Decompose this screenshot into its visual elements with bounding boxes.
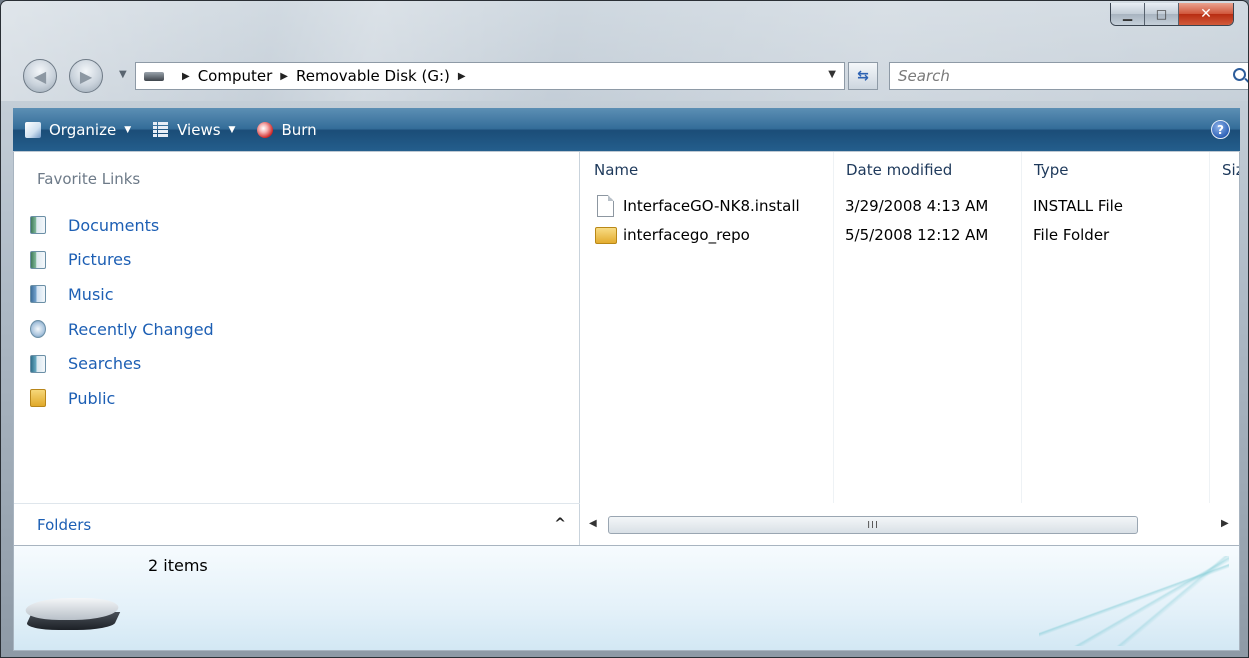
details-pane: 2 items — [13, 545, 1240, 651]
forward-button[interactable]: ▶ — [69, 59, 103, 93]
refresh-button[interactable]: ⇆ — [848, 62, 878, 90]
column-header-name[interactable]: Name — [581, 152, 833, 188]
favorite-links-list: Documents Pictures Music Recently Change… — [30, 208, 214, 416]
file-type: File Folder — [1033, 226, 1110, 244]
breadcrumb-chevron-icon[interactable]: ▶ — [458, 71, 466, 82]
minimize-button[interactable]: ▁ — [1111, 3, 1145, 25]
forward-arrow-icon: ▶ — [79, 66, 93, 86]
pictures-icon — [30, 250, 46, 269]
searches-icon — [30, 354, 46, 373]
views-label: Views — [177, 120, 221, 139]
favorite-link-pictures[interactable]: Pictures — [30, 243, 214, 278]
back-button[interactable]: ◀ — [23, 59, 57, 93]
removable-drive-icon — [20, 598, 124, 634]
public-folder-icon — [30, 389, 46, 408]
chevron-down-icon: ▼ — [124, 124, 132, 135]
favorite-link-documents[interactable]: Documents — [30, 208, 214, 243]
breadcrumb-chevron-icon[interactable]: ▶ — [280, 71, 288, 82]
help-icon[interactable]: ? — [1211, 120, 1230, 139]
chevron-down-icon: ▼ — [228, 124, 236, 135]
search-placeholder: Search — [898, 67, 950, 85]
back-arrow-icon: ◀ — [33, 66, 47, 86]
file-type: INSTALL File — [1033, 197, 1124, 215]
scroll-left-icon[interactable]: ◀ — [589, 518, 597, 529]
folders-label: Folders — [37, 515, 92, 534]
navigation-pane: Favorite Links Documents Pictures Music … — [14, 152, 580, 545]
refresh-arrows-icon: ⇆ — [857, 68, 869, 84]
breadcrumb-removable-disk[interactable]: Removable Disk (G:) — [296, 67, 450, 85]
documents-icon — [30, 216, 46, 235]
recent-pages-dropdown[interactable]: ▼ — [119, 69, 127, 80]
file-date: 5/5/2008 12:12 AM — [845, 226, 989, 244]
favorite-link-label: Music — [68, 284, 114, 304]
scrollbar-grip: III — [867, 519, 879, 531]
favorite-link-label: Documents — [68, 215, 160, 235]
music-icon — [30, 285, 46, 304]
favorite-link-label: Pictures — [68, 250, 132, 270]
address-bar[interactable]: ▶ Computer ▶ Removable Disk (G:) ▶ ▼ — [135, 62, 845, 90]
favorite-link-label: Public — [68, 388, 116, 408]
scroll-right-icon[interactable]: ▶ — [1221, 518, 1229, 529]
column-header-size[interactable]: Siz — [1209, 152, 1239, 188]
decorative-swoosh — [1039, 556, 1229, 646]
column-header-type[interactable]: Type — [1021, 152, 1209, 188]
burn-label: Burn — [281, 120, 317, 139]
command-bar: Organize ▼ Views ▼ Burn ? — [13, 108, 1240, 151]
organize-label: Organize — [49, 120, 117, 139]
search-box[interactable]: Search — [889, 62, 1248, 90]
address-dropdown-icon[interactable]: ▼ — [828, 69, 836, 80]
scrollbar-thumb[interactable]: III — [608, 516, 1138, 534]
item-count: 2 items — [148, 556, 208, 575]
breadcrumb-chevron-icon[interactable]: ▶ — [182, 71, 190, 82]
folder-icon — [595, 227, 617, 244]
close-button[interactable]: ✕ — [1179, 3, 1233, 25]
organize-icon — [25, 121, 41, 138]
drive-small-icon — [144, 71, 164, 81]
caption-buttons: ▁ □ ✕ — [1110, 3, 1234, 26]
file-name: interfacego_repo — [623, 226, 750, 244]
explorer-window: ▁ □ ✕ ◀ ▶ ▼ ▶ Computer ▶ Removable Disk … — [0, 0, 1249, 658]
maximize-button[interactable]: □ — [1145, 3, 1179, 25]
file-row[interactable]: interfacego_repo 5/5/2008 12:12 AM File … — [581, 223, 1221, 249]
organize-button[interactable]: Organize ▼ — [25, 121, 131, 139]
file-icon — [597, 195, 614, 217]
burn-button[interactable]: Burn — [257, 120, 317, 139]
burn-disc-icon — [257, 121, 274, 138]
favorite-link-music[interactable]: Music — [30, 277, 214, 312]
column-header-date-modified[interactable]: Date modified — [833, 152, 1021, 188]
address-row: ◀ ▶ ▼ ▶ Computer ▶ Removable Disk (G:) ▶… — [23, 56, 1248, 96]
favorite-links-heading: Favorite Links — [37, 170, 141, 188]
file-list-pane: Name Date modified Type Siz InterfaceGO-… — [581, 152, 1239, 545]
recently-changed-icon — [30, 320, 46, 339]
main-content: Favorite Links Documents Pictures Music … — [13, 152, 1240, 545]
file-date: 3/29/2008 4:13 AM — [845, 197, 989, 215]
views-icon — [153, 121, 169, 138]
views-button[interactable]: Views ▼ — [153, 121, 235, 139]
file-row[interactable]: InterfaceGO-NK8.install 3/29/2008 4:13 A… — [581, 194, 1221, 220]
favorite-link-recently-changed[interactable]: Recently Changed — [30, 312, 214, 347]
folders-toggle[interactable]: Folders ^ — [14, 503, 580, 545]
chevron-up-icon[interactable]: ^ — [554, 516, 566, 532]
horizontal-scrollbar[interactable]: ◀ III ▶ — [581, 503, 1239, 545]
favorite-link-searches[interactable]: Searches — [30, 346, 214, 381]
favorite-link-label: Recently Changed — [68, 319, 214, 339]
favorite-link-label: Searches — [68, 354, 142, 374]
breadcrumb-computer[interactable]: Computer — [198, 67, 273, 85]
file-name: InterfaceGO-NK8.install — [623, 197, 800, 215]
search-icon[interactable] — [1233, 68, 1246, 81]
favorite-link-public[interactable]: Public — [30, 381, 214, 416]
